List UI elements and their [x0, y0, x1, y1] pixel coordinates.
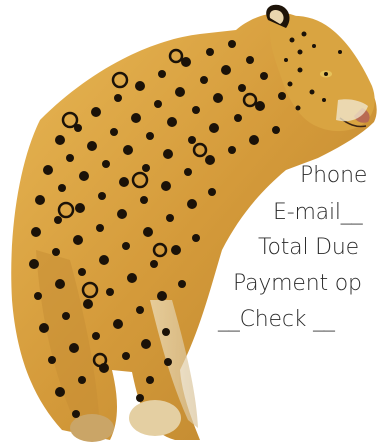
phone-label: Phone — [300, 163, 368, 188]
page: Phone E-mail__ Total Due Payment op __Ch… — [0, 0, 385, 445]
payment-options-label: Payment op — [233, 271, 362, 296]
email-label: E-mail__ — [273, 200, 363, 225]
check-option-label: __Check __ — [218, 307, 335, 332]
total-due-label: Total Due — [258, 235, 359, 260]
